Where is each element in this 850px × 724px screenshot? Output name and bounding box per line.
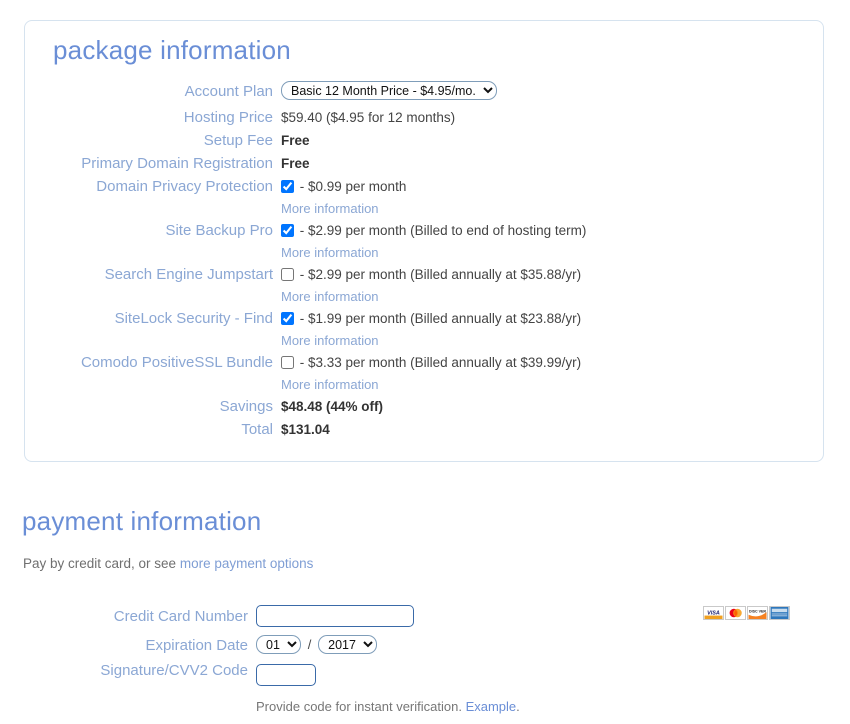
domain-privacy-protection-price: - $0.99 per month: [300, 179, 407, 194]
comodo-positivessl-bundle-checkbox[interactable]: [281, 356, 294, 369]
sitelock-security-value: - $1.99 per month (Billed annually at $2…: [281, 310, 581, 328]
site-backup-pro-checkbox[interactable]: [281, 224, 294, 237]
domain-privacy-protection-checkbox[interactable]: [281, 180, 294, 193]
total-label: Total: [25, 421, 273, 439]
more-payment-options-link[interactable]: more payment options: [180, 556, 314, 571]
hosting-price-value: $59.40 ($4.95 for 12 months): [281, 109, 455, 127]
accepted-cards: VISA DISC VER: [703, 606, 790, 620]
cvv2-code-label: Signature/CVV2 Code: [0, 662, 248, 680]
row-hosting-price: Hosting Price $59.40 ($4.95 for 12 month…: [25, 109, 823, 132]
mastercard-logo: [725, 606, 746, 620]
row-savings: Savings $48.48 (44% off): [25, 398, 823, 421]
cvv2-hint-text: Provide code for instant verification.: [256, 699, 466, 714]
row-cvv2-hint: Provide code for instant verification. E…: [0, 698, 850, 723]
comodo-positivessl-bundle-more-information-link[interactable]: More information: [281, 376, 379, 394]
sitelock-security-checkbox[interactable]: [281, 312, 294, 325]
comodo-positivessl-bundle-value: - $3.33 per month (Billed annually at $3…: [281, 354, 581, 372]
row-sitelock-security: SiteLock Security - Find - $1.99 per mon…: [25, 310, 823, 332]
row-primary-domain-registration: Primary Domain Registration Free: [25, 155, 823, 178]
account-plan-label: Account Plan: [25, 83, 273, 101]
row-credit-card-number: Credit Card Number VISA: [0, 608, 850, 637]
site-backup-pro-price: - $2.99 per month (Billed to end of host…: [300, 223, 587, 238]
search-engine-jumpstart-price: - $2.99 per month (Billed annually at $3…: [300, 267, 581, 282]
payment-information-title: payment information: [22, 506, 261, 537]
search-engine-jumpstart-more-information-link[interactable]: More information: [281, 288, 379, 306]
credit-card-number-label: Credit Card Number: [0, 608, 248, 626]
comodo-positivessl-bundle-label: Comodo PositiveSSL Bundle: [25, 354, 273, 372]
visa-logo: VISA: [703, 606, 724, 620]
site-backup-pro-value: - $2.99 per month (Billed to end of host…: [281, 222, 586, 240]
row-total: Total $131.04: [25, 421, 823, 444]
sitelock-security-more-information-link[interactable]: More information: [281, 332, 379, 350]
domain-privacy-protection-more-information-link[interactable]: More information: [281, 200, 379, 218]
package-information-panel: package information Account Plan Basic 1…: [24, 20, 824, 462]
cvv2-hint: Provide code for instant verification. E…: [256, 698, 520, 716]
primary-domain-registration-label: Primary Domain Registration: [25, 155, 273, 173]
cvv2-code-input[interactable]: [256, 664, 316, 686]
comodo-positivessl-bundle-price: - $3.33 per month (Billed annually at $3…: [300, 355, 581, 370]
setup-fee-label: Setup Fee: [25, 132, 273, 150]
sitelock-security-label: SiteLock Security - Find: [25, 310, 273, 328]
expiration-controls: 01 / 2017: [256, 635, 377, 654]
search-engine-jumpstart-checkbox[interactable]: [281, 268, 294, 281]
package-rows-container: Account Plan Basic 12 Month Price - $4.9…: [25, 83, 823, 444]
row-account-plan: Account Plan Basic 12 Month Price - $4.9…: [25, 83, 823, 109]
account-plan-select-wrap: Basic 12 Month Price - $4.95/mo.: [281, 81, 497, 100]
discover-logo: DISC VER: [747, 606, 768, 620]
cvv2-input-wrap: [256, 664, 316, 686]
domain-privacy-protection-label: Domain Privacy Protection: [25, 178, 273, 196]
payment-form: Credit Card Number VISA: [0, 608, 850, 723]
site-backup-pro-more-information-link[interactable]: More information: [281, 244, 379, 262]
sitelock-security-price: - $1.99 per month (Billed annually at $2…: [300, 311, 581, 326]
row-comodo-positivessl-bundle: Comodo PositiveSSL Bundle - $3.33 per mo…: [25, 354, 823, 376]
credit-card-input-wrap: VISA DISC VER: [256, 605, 414, 627]
package-information-title: package information: [53, 35, 291, 66]
search-engine-jumpstart-value: - $2.99 per month (Billed annually at $3…: [281, 266, 581, 284]
svg-text:DISC VER: DISC VER: [749, 609, 766, 613]
account-plan-select[interactable]: Basic 12 Month Price - $4.95/mo.: [281, 81, 497, 100]
amex-logo: [769, 606, 790, 620]
expiration-month-select[interactable]: 01: [256, 635, 301, 654]
svg-text:VISA: VISA: [707, 610, 720, 616]
row-sitelock-security-more-info: More information: [25, 332, 823, 354]
row-domain-privacy-protection: Domain Privacy Protection - $0.99 per mo…: [25, 178, 823, 200]
savings-value: $48.48 (44% off): [281, 398, 383, 416]
row-site-backup-pro: Site Backup Pro - $2.99 per month (Bille…: [25, 222, 823, 244]
site-backup-pro-label: Site Backup Pro: [25, 222, 273, 240]
total-value: $131.04: [281, 421, 330, 439]
row-cvv2-code: Signature/CVV2 Code: [0, 662, 850, 698]
row-search-engine-jumpstart: Search Engine Jumpstart - $2.99 per mont…: [25, 266, 823, 288]
setup-fee-value: Free: [281, 132, 310, 150]
row-expiration-date: Expiration Date 01 / 2017: [0, 637, 850, 662]
expiration-date-label: Expiration Date: [0, 637, 248, 655]
credit-card-number-input[interactable]: [256, 605, 414, 627]
expiration-separator: /: [305, 637, 315, 652]
expiration-year-select[interactable]: 2017: [318, 635, 377, 654]
row-site-backup-pro-more-info: More information: [25, 244, 823, 266]
cvv2-example-link[interactable]: Example: [466, 699, 517, 714]
payment-subtitle-text: Pay by credit card, or see: [23, 556, 180, 571]
row-comodo-positivessl-more-info: More information: [25, 376, 823, 398]
cvv2-hint-suffix: .: [516, 699, 520, 714]
row-setup-fee: Setup Fee Free: [25, 132, 823, 155]
hosting-price-label: Hosting Price: [25, 109, 273, 127]
primary-domain-registration-value: Free: [281, 155, 310, 173]
row-search-engine-jumpstart-more-info: More information: [25, 288, 823, 310]
payment-subtitle: Pay by credit card, or see more payment …: [23, 556, 313, 571]
domain-privacy-protection-value: - $0.99 per month: [281, 178, 406, 196]
row-domain-privacy-more-info: More information: [25, 200, 823, 222]
savings-label: Savings: [25, 398, 273, 416]
search-engine-jumpstart-label: Search Engine Jumpstart: [25, 266, 273, 284]
